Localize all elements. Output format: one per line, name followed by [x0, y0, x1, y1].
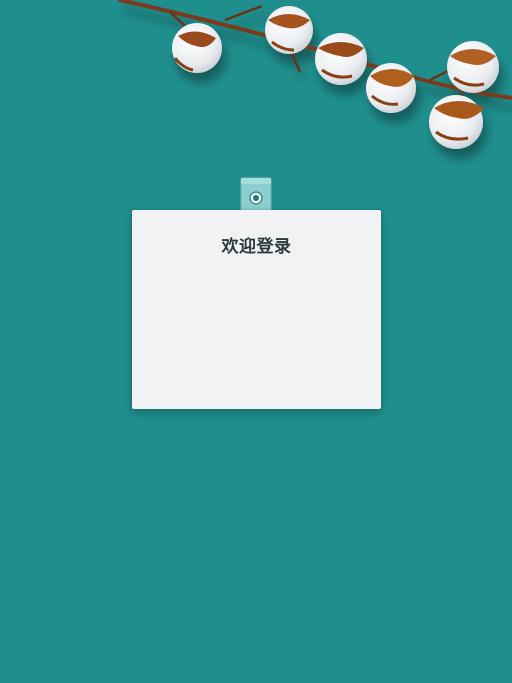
cotton-boll-icon	[265, 6, 313, 54]
cotton-boll-icon	[429, 95, 484, 149]
cotton-boll-icon	[447, 41, 499, 93]
cotton-branch-icon	[118, 0, 512, 149]
login-card: 欢迎登录	[132, 210, 381, 409]
login-title: 欢迎登录	[221, 237, 292, 257]
login-page: 欢迎登录	[0, 0, 512, 683]
cotton-boll-icon	[315, 33, 367, 85]
cotton-boll-icon	[172, 23, 222, 73]
cotton-boll-icon	[366, 63, 416, 113]
